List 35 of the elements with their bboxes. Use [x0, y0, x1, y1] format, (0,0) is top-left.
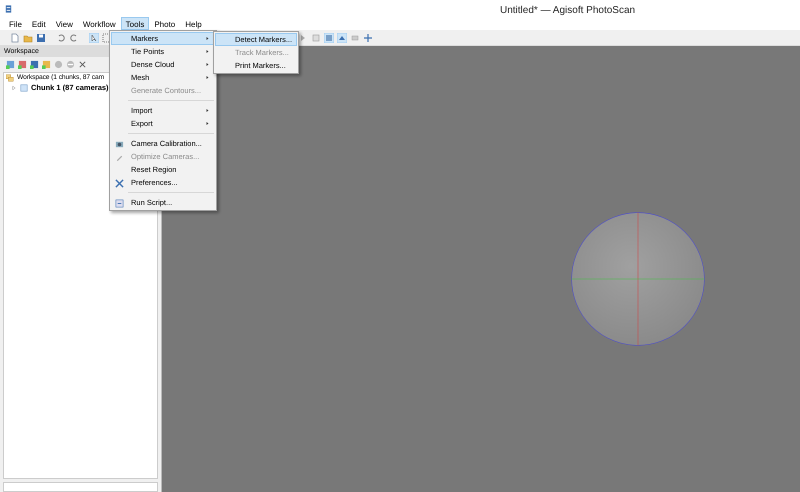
add-photos-icon[interactable] — [18, 60, 27, 69]
menu-item[interactable]: Tools — [120, 17, 150, 30]
selection-icon[interactable] — [102, 32, 112, 42]
menu-item[interactable]: View — [50, 17, 78, 30]
submenu-arrow-icon — [205, 36, 210, 41]
submenu-arrow-icon — [205, 108, 210, 113]
remove-icon[interactable] — [66, 60, 75, 69]
menu-item[interactable]: Edit — [26, 17, 51, 30]
add-chunk-icon[interactable] — [6, 60, 15, 69]
script-icon — [115, 199, 124, 208]
add-folder-icon[interactable] — [30, 60, 39, 69]
submenu-arrow-icon — [205, 62, 210, 67]
new-file-icon[interactable] — [10, 32, 20, 42]
open-folder-icon[interactable] — [23, 32, 33, 42]
menu-item[interactable]: Photo — [149, 17, 180, 30]
pointer-icon[interactable] — [89, 32, 99, 42]
camera-icon — [115, 140, 124, 149]
chunk-icon — [20, 84, 28, 92]
redo-icon[interactable] — [69, 32, 79, 42]
disable-icon[interactable] — [54, 60, 63, 69]
submenu-arrow-icon — [205, 49, 210, 54]
workspace-icon — [6, 74, 14, 82]
menu-item[interactable]: File — [4, 17, 27, 30]
move-icon[interactable] — [363, 32, 373, 42]
menu-item[interactable]: Workflow — [78, 17, 121, 30]
app-icon — [4, 2, 13, 14]
expand-arrow-icon[interactable] — [11, 85, 17, 92]
menu-item[interactable]: Help — [180, 17, 207, 30]
close-icon[interactable] — [78, 60, 87, 69]
marker-icon[interactable] — [42, 60, 51, 69]
undo-icon[interactable] — [56, 32, 66, 42]
submenu-arrow-icon — [205, 75, 210, 80]
window-title: Untitled* — Agisoft PhotoScan — [500, 4, 636, 18]
submenu-arrow-icon — [205, 121, 210, 126]
save-icon[interactable] — [36, 32, 46, 42]
